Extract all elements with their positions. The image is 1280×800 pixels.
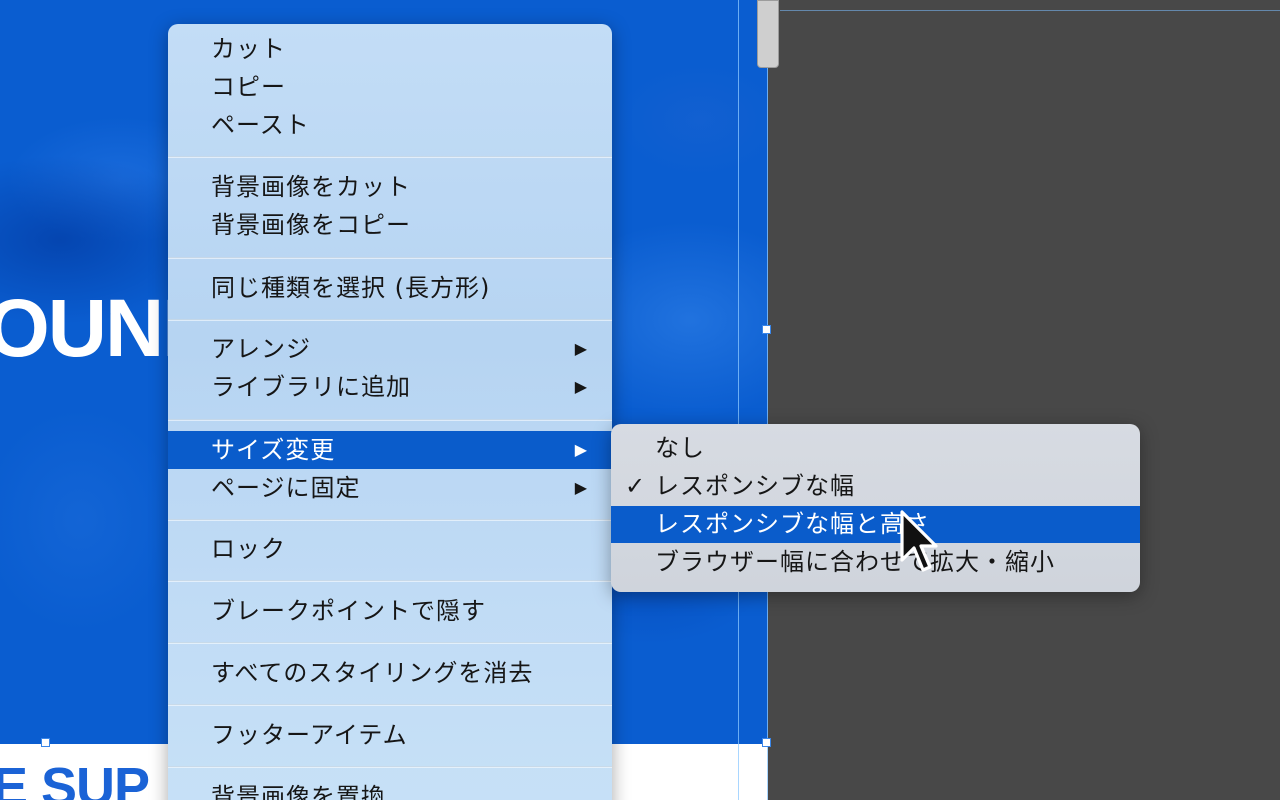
submenu-item-none[interactable]: なし: [611, 430, 1140, 467]
guide-line-vertical: [738, 0, 739, 800]
resize-submenu: なし ✓ レスポンシブな幅 レスポンシブな幅と高さ ブラウザー幅に合わせて拡大・縮…: [611, 424, 1140, 592]
resize-handle[interactable]: [762, 738, 771, 747]
submenu-arrow-icon: ▶: [574, 339, 588, 358]
menu-separator: [168, 519, 612, 521]
menu-item-pin-to-page[interactable]: ページに固定 ▶: [168, 469, 612, 507]
guide-line-vertical: [767, 0, 768, 800]
menu-item-select-same-type[interactable]: 同じ種類を選択 (長方形): [168, 269, 612, 307]
guide-line-horizontal: [780, 10, 1280, 11]
submenu-item-responsive-width[interactable]: ✓ レスポンシブな幅: [611, 468, 1140, 505]
resize-handle[interactable]: [762, 325, 771, 334]
menu-item-copy[interactable]: コピー: [168, 68, 612, 106]
menu-item-paste[interactable]: ペースト: [168, 106, 612, 144]
design-workspace: OUNE E SUP カット コピー ペースト 背景画像をカット 背景画像をコピ…: [0, 0, 1280, 800]
submenu-arrow-icon: ▶: [574, 478, 588, 497]
menu-item-replace-background-image[interactable]: 背景画像を置換: [168, 778, 612, 800]
submenu-item-responsive-width-height[interactable]: レスポンシブな幅と高さ: [611, 506, 1140, 543]
menu-item-cut-background-image[interactable]: 背景画像をカット: [168, 168, 612, 206]
menu-separator: [168, 580, 612, 582]
menu-item-add-to-library[interactable]: ライブラリに追加 ▶: [168, 368, 612, 406]
checkmark-icon: ✓: [625, 472, 647, 500]
menu-item-footer-item[interactable]: フッターアイテム: [168, 716, 612, 754]
submenu-item-scale-to-browser-width[interactable]: ブラウザー幅に合わせて拡大・縮小: [611, 544, 1140, 581]
footer-heading-text[interactable]: E SUP: [0, 756, 150, 800]
menu-separator: [168, 766, 612, 768]
menu-separator: [168, 156, 612, 158]
scrollbar-thumb[interactable]: [757, 0, 779, 68]
menu-separator: [168, 257, 612, 259]
menu-separator: [168, 419, 612, 421]
menu-item-arrange[interactable]: アレンジ ▶: [168, 330, 612, 368]
menu-item-resize[interactable]: サイズ変更 ▶: [168, 431, 612, 469]
menu-separator: [168, 642, 612, 644]
menu-item-clear-all-styling[interactable]: すべてのスタイリングを消去: [168, 654, 612, 692]
submenu-arrow-icon: ▶: [574, 440, 588, 459]
menu-item-cut[interactable]: カット: [168, 30, 612, 68]
submenu-arrow-icon: ▶: [574, 377, 588, 396]
menu-item-lock[interactable]: ロック: [168, 530, 612, 568]
resize-handle[interactable]: [41, 738, 50, 747]
menu-item-hide-at-breakpoint[interactable]: ブレークポイントで隠す: [168, 592, 612, 630]
mouse-pointer-icon: [900, 510, 938, 572]
menu-separator: [168, 704, 612, 706]
menu-separator: [168, 319, 612, 321]
context-menu: カット コピー ペースト 背景画像をカット 背景画像をコピー 同じ種類を選択 (…: [168, 24, 612, 800]
menu-item-copy-background-image[interactable]: 背景画像をコピー: [168, 206, 612, 244]
